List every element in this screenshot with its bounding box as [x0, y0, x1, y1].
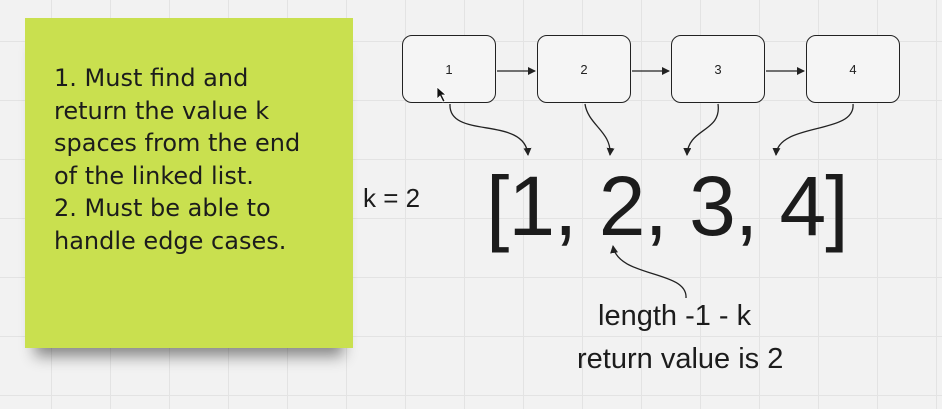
array-literal: [1, 2, 3, 4]: [486, 159, 849, 253]
index-formula: length -1 - k: [598, 300, 752, 332]
map-arrow-1: [449, 103, 532, 156]
map-arrow-3: [683, 103, 719, 156]
return-value-text: return value is 2: [577, 343, 784, 375]
k-value-label: k = 2: [363, 183, 421, 213]
mouse-cursor-icon: [436, 86, 448, 103]
map-arrow-2: [584, 103, 615, 156]
map-arrow-4: [772, 103, 854, 156]
